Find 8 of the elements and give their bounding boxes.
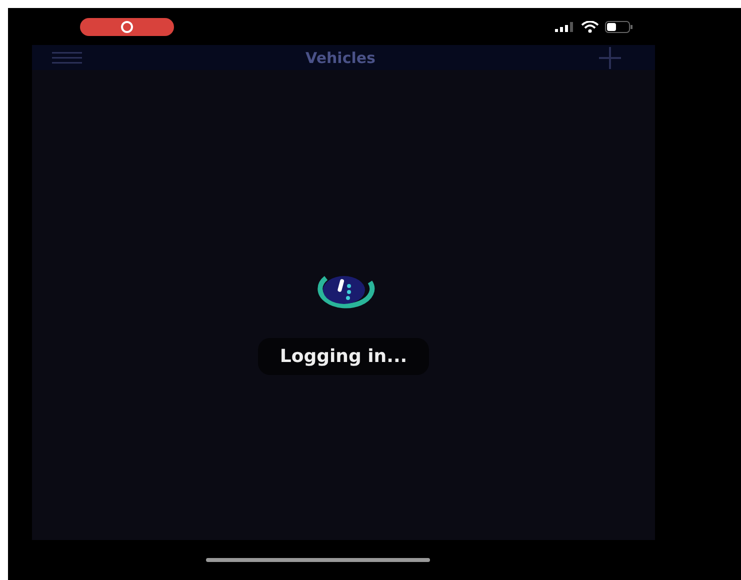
signal-icon — [555, 22, 575, 32]
menu-icon[interactable] — [52, 52, 82, 64]
loading-message: Logging in... — [258, 338, 430, 375]
header-title: Vehicles — [306, 48, 376, 66]
add-icon[interactable] — [598, 46, 621, 68]
wifi-icon — [581, 20, 599, 32]
battery-icon — [605, 20, 633, 32]
record-icon — [121, 20, 133, 32]
